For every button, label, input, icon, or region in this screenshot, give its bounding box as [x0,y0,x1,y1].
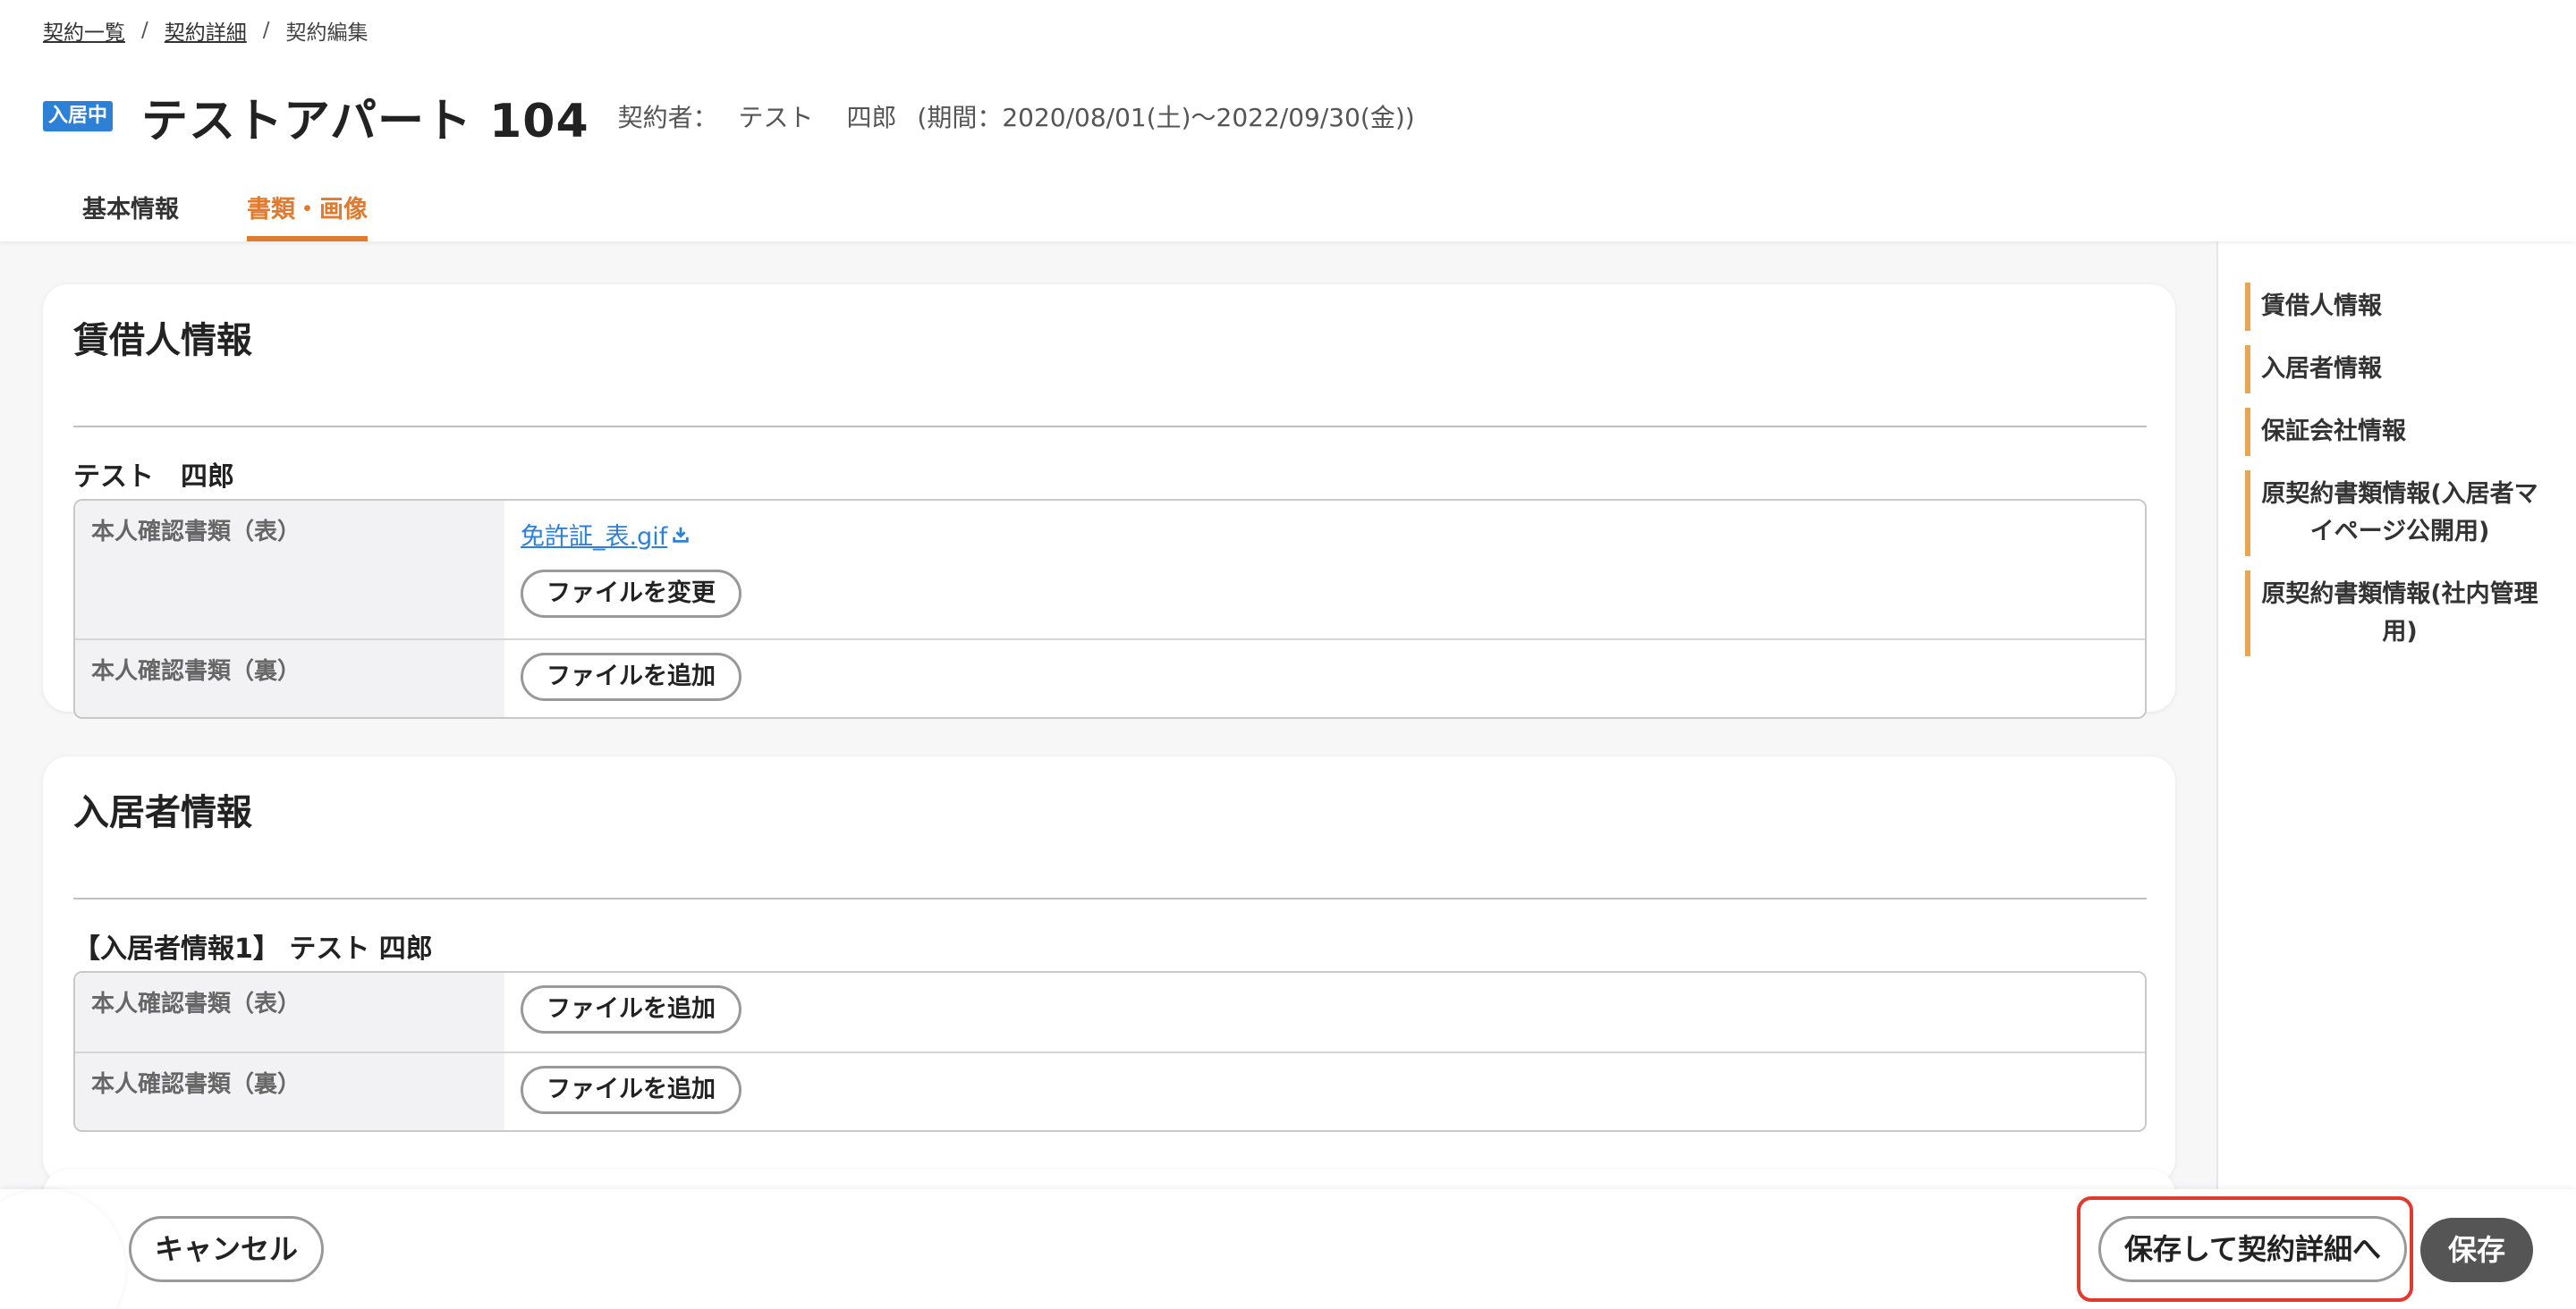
breadcrumb-separator: / [141,19,148,42]
file-name: 免許証_表.gif [521,523,668,551]
doc-cell: ファイルを追加 [504,640,2145,717]
section-divider [73,898,2147,899]
doc-cell: 免許証_表.gif ファイルを変更 [504,501,2145,638]
tab-bar: 基本情報 書類・画像 [82,179,436,241]
resident-card: 入居者情報 【入居者情報1】 テスト 四郎 本人確認書類（表） ファイルを追加 … [43,756,2175,1184]
doc-label-back: 本人確認書類（裏） [75,640,504,717]
resident-section-title: 入居者情報 [73,792,252,833]
section-nav: 賃借人情報 入居者情報 保証会社情報 原契約書類情報(入居者マイページ公開用) … [2245,283,2540,671]
resident-doc-table: 本人確認書類（表） ファイルを追加 本人確認書類（裏） ファイルを追加 [73,971,2147,1132]
contract-period: (期間：2020/08/01(土)〜2022/09/30(金)) [917,103,1415,132]
doc-cell: ファイルを追加 [504,1053,2145,1130]
side-divider [2216,241,2218,1309]
nav-item-lessee[interactable]: 賃借人情報 [2245,283,2540,331]
file-download-link[interactable]: 免許証_表.gif [521,517,691,552]
nav-item-guarantor[interactable]: 保証会社情報 [2245,408,2540,456]
doc-label-back: 本人確認書類（裏） [75,1053,504,1130]
table-row: 本人確認書類（裏） ファイルを追加 [75,1051,2145,1130]
breadcrumb-contract-detail[interactable]: 契約詳細 [165,15,247,46]
action-footer: キャンセル 保存して契約詳細へ 保存 [0,1189,2576,1309]
add-file-button[interactable]: ファイルを追加 [521,985,741,1034]
next-section-card [43,1170,2175,1189]
nav-item-original-docs-public[interactable]: 原契約書類情報(入居者マイページ公開用) [2245,470,2540,556]
lessee-name: テスト 四郎 [73,461,234,493]
tab-basic-info[interactable]: 基本情報 [82,179,179,241]
table-row: 本人確認書類（裏） ファイルを追加 [75,638,2145,717]
section-divider [73,426,2147,427]
table-row: 本人確認書類（表） ファイルを追加 [75,973,2145,1051]
breadcrumb-current: 契約編集 [285,21,369,45]
page-title: テストアパート 104 [141,94,589,148]
doc-label-front: 本人確認書類（表） [75,973,504,1051]
main-content[interactable]: 賃借人情報 テスト 四郎 本人確認書類（表） 免許証_表.gif ファイルを変更… [0,241,2216,1189]
breadcrumb: 契約一覧 / 契約詳細 / 契約編集 [43,16,369,45]
resident-name: 【入居者情報1】 テスト 四郎 [73,933,433,965]
page-header: 契約一覧 / 契約詳細 / 契約編集 入居中 テストアパート 104 契約者： … [0,0,2576,241]
contractor-last-name: 四郎 [846,103,897,132]
breadcrumb-separator: / [262,19,270,42]
doc-cell: ファイルを追加 [504,973,2145,1051]
status-badge: 入居中 [43,101,114,131]
cancel-button[interactable]: キャンセル [129,1216,325,1282]
lessee-doc-table: 本人確認書類（表） 免許証_表.gif ファイルを変更 本人確認書類（裏） ファ… [73,499,2147,719]
breadcrumb-contract-list[interactable]: 契約一覧 [43,15,125,46]
doc-label-front: 本人確認書類（表） [75,501,504,638]
save-and-go-detail-button[interactable]: 保存して契約詳細へ [2098,1216,2408,1282]
change-file-button[interactable]: ファイルを変更 [521,570,741,618]
footer-decoration [0,1189,125,1309]
table-row: 本人確認書類（表） 免許証_表.gif ファイルを変更 [75,501,2145,638]
lessee-section-title: 賃借人情報 [73,320,252,361]
contractor-first-name: テスト [738,103,814,132]
download-icon [673,527,689,543]
save-button[interactable]: 保存 [2420,1218,2533,1282]
title-row: 入居中 テストアパート 104 契約者： テスト 四郎 (期間：2020/08/… [43,84,1415,148]
tab-documents-images[interactable]: 書類・画像 [247,179,368,241]
nav-item-resident[interactable]: 入居者情報 [2245,345,2540,393]
contract-meta: 契約者： テスト 四郎 (期間：2020/08/01(土)〜2022/09/30… [618,98,1415,134]
add-file-button[interactable]: ファイルを追加 [521,653,741,701]
nav-item-original-docs-internal[interactable]: 原契約書類情報(社内管理用) [2245,570,2540,656]
contractor-label: 契約者： [617,103,718,132]
add-file-button[interactable]: ファイルを追加 [521,1066,741,1114]
lessee-card: 賃借人情報 テスト 四郎 本人確認書類（表） 免許証_表.gif ファイルを変更… [43,284,2175,719]
